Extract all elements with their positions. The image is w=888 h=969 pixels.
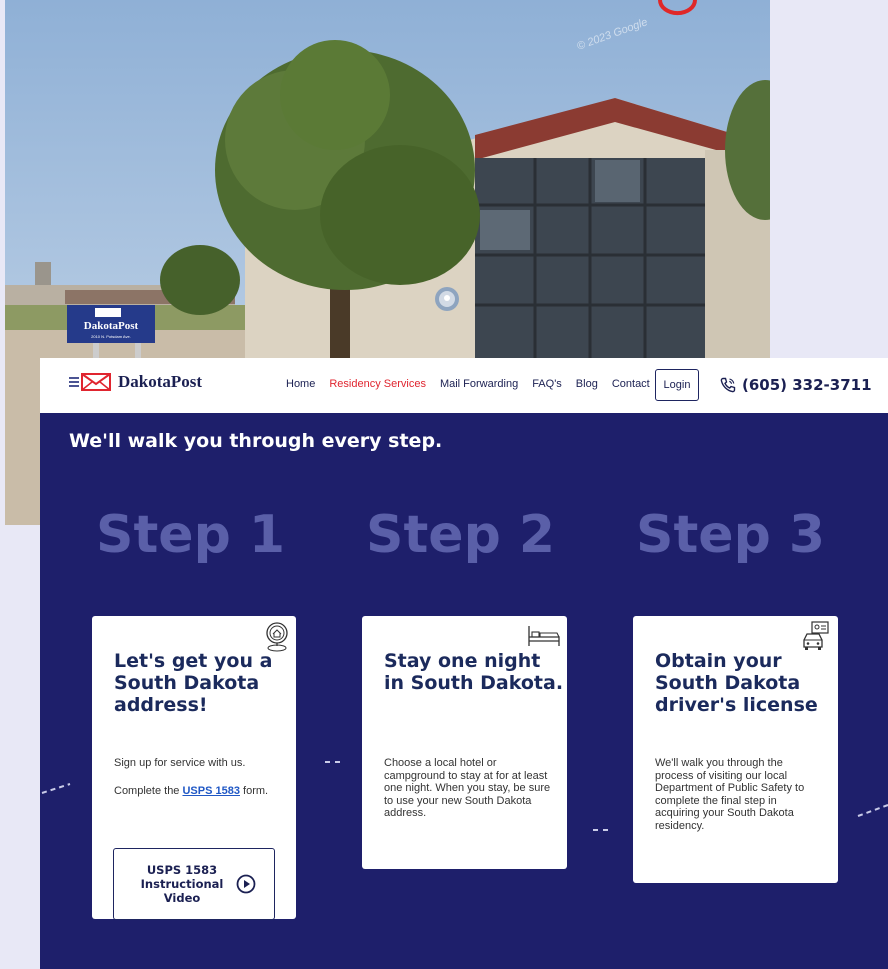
connector-dash	[593, 829, 612, 831]
phone-icon	[720, 377, 736, 393]
nav-residency-services[interactable]: Residency Services	[329, 378, 426, 390]
step-1-label: Step 1	[96, 505, 286, 565]
connector-dash	[41, 783, 71, 794]
step-2-body: Choose a local hotel or campground to st…	[384, 757, 551, 819]
nav-contact[interactable]: Contact	[612, 378, 650, 390]
car-license-icon	[803, 621, 829, 650]
sign-address: 2010 N. Potsdam Ave.	[91, 334, 131, 339]
nav-blog[interactable]: Blog	[576, 378, 598, 390]
step-2-card: Stay one night in South Dakota. Choose a…	[362, 616, 567, 869]
logo-text: DakotaPost	[118, 372, 203, 391]
step-1-body-form: Complete the USPS 1583 form.	[114, 785, 289, 798]
bed-icon	[528, 626, 560, 646]
site-header: DakotaPost Home Residency Services Mail …	[40, 358, 888, 413]
nav-mail-forwarding[interactable]: Mail Forwarding	[440, 378, 518, 390]
play-icon	[236, 874, 256, 894]
nav-home[interactable]: Home	[286, 378, 315, 390]
step-1-card: Let's get you a South Dakota address! Si…	[92, 616, 296, 920]
video-button-label: USPS 1583 Instructional Video	[140, 863, 224, 905]
usps-video-button[interactable]: USPS 1583 Instructional Video	[113, 848, 275, 920]
step-1-body-signup: Sign up for service with us.	[114, 757, 246, 769]
connector-dash	[325, 761, 344, 763]
main-nav: Home Residency Services Mail Forwarding …	[286, 378, 664, 390]
nav-faqs[interactable]: FAQ's	[532, 378, 562, 390]
login-button[interactable]: Login	[655, 369, 699, 401]
usps-1583-link[interactable]: USPS 1583	[182, 785, 239, 797]
step-3-label: Step 3	[636, 505, 826, 565]
step-3-title: Obtain your South Dakota driver's licens…	[655, 650, 818, 716]
phone-link[interactable]: (605) 332-3711	[720, 376, 872, 394]
step-1-title: Let's get you a South Dakota address!	[114, 650, 273, 716]
step-3-card: Obtain your South Dakota driver's licens…	[633, 616, 838, 883]
dakotapost-website: DakotaPost Home Residency Services Mail …	[40, 358, 888, 969]
section-headline: We'll walk you through every step.	[69, 430, 443, 452]
home-location-icon	[266, 622, 288, 652]
steps-section: We'll walk you through every step. Step …	[40, 413, 888, 969]
phone-number: (605) 332-3711	[742, 376, 872, 394]
form-text-suffix: form.	[239, 785, 269, 797]
form-text-prefix: Complete the	[114, 785, 183, 797]
sign-name: DakotaPost	[84, 320, 139, 332]
dakotapost-logo[interactable]: DakotaPost	[68, 372, 202, 392]
connector-dash	[857, 804, 888, 817]
step-3-body: We'll walk you through the process of vi…	[655, 757, 805, 832]
step-2-label: Step 2	[366, 505, 556, 565]
step-2-title: Stay one night in South Dakota.	[384, 650, 564, 694]
envelope-logo-icon	[69, 373, 111, 391]
